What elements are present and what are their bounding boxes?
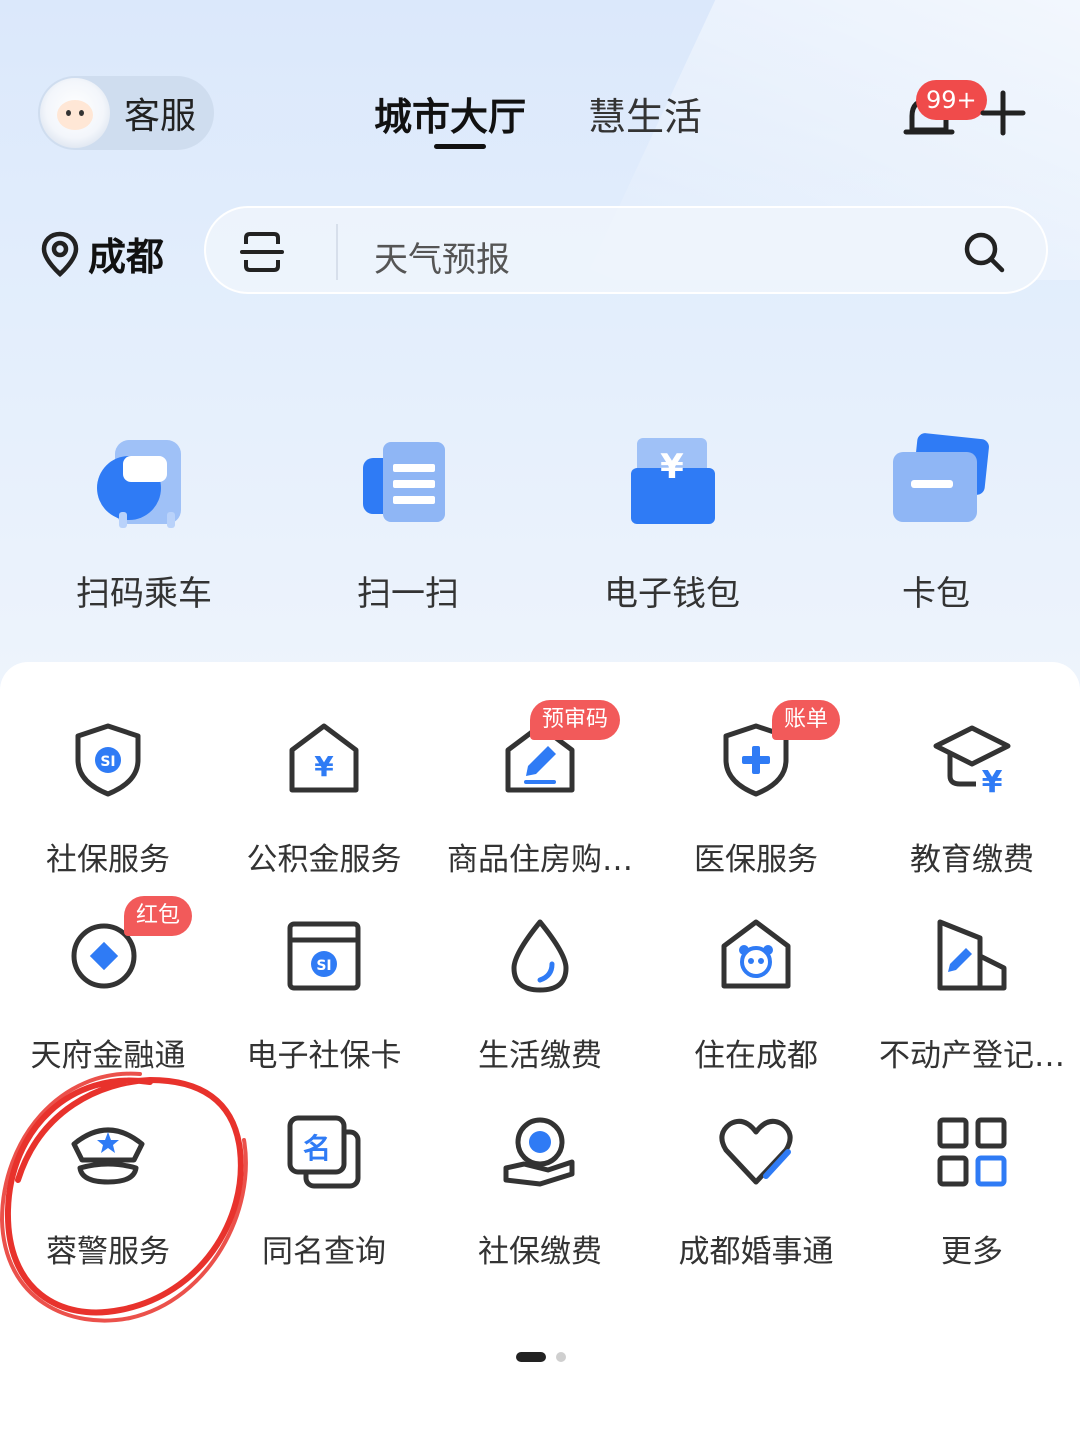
police-cap-icon <box>71 1127 145 1185</box>
quick-action-card-pack[interactable]: 卡包 <box>836 430 1036 615</box>
service-housing-fund[interactable]: ¥ 公积金服务 <box>216 720 432 879</box>
location-pin-icon <box>41 231 79 277</box>
plus-icon[interactable] <box>980 90 1026 136</box>
service-commodity-housing[interactable]: 商品住房购… <box>432 720 648 879</box>
quick-action-label: 电子钱包 <box>604 574 740 614</box>
si-pay-icon <box>503 1117 575 1187</box>
service-label: 医保服务 <box>694 842 818 878</box>
svg-text:¥: ¥ <box>314 750 334 783</box>
customer-service-button[interactable]: 客服 <box>38 76 214 150</box>
service-label: 同名查询 <box>262 1234 386 1270</box>
quick-action-scan[interactable]: 扫一扫 <box>308 430 508 615</box>
service-tianfu-finance[interactable]: 天府金融通 <box>0 916 216 1075</box>
robot-avatar-icon <box>40 78 110 148</box>
quick-action-label: 卡包 <box>902 574 970 614</box>
service-label: 成都婚事通 <box>678 1234 834 1270</box>
service-label: 更多 <box>941 1234 1003 1270</box>
service-label: 不动产登记… <box>879 1038 1065 1074</box>
service-police[interactable]: 蓉警服务 <box>0 1112 216 1271</box>
heart-icon <box>719 1118 793 1185</box>
building-edit-icon <box>937 919 1007 991</box>
si-card-icon: SI <box>287 921 361 991</box>
svg-text:SI: SI <box>316 958 331 974</box>
service-label: 电子社保卡 <box>246 1038 402 1074</box>
service-tag: 预审码 <box>530 700 621 740</box>
card-pack-icon <box>893 433 989 522</box>
city-selector[interactable]: 成都 <box>40 226 164 281</box>
city-name: 成都 <box>88 235 165 279</box>
tab-smart-life[interactable]: 慧生活 <box>588 86 702 141</box>
scan-icon <box>363 442 445 522</box>
bus-qr-icon <box>97 440 181 528</box>
scan-frame-icon[interactable] <box>240 230 284 274</box>
search-input[interactable]: 天气预报 <box>374 232 510 281</box>
shield-si-icon: SI <box>75 723 141 797</box>
customer-service-label: 客服 <box>124 96 197 137</box>
service-label: 商品住房购… <box>447 842 633 878</box>
search-divider <box>336 224 338 280</box>
quick-action-label: 扫一扫 <box>357 574 459 614</box>
svg-text:¥: ¥ <box>982 765 1003 800</box>
house-yuan-icon: ¥ <box>289 723 359 793</box>
notification-badge: 99+ <box>916 80 987 120</box>
service-marriage[interactable]: 成都婚事通 <box>648 1112 864 1271</box>
service-live-in-chengdu[interactable]: 住在成都 <box>648 916 864 1075</box>
svg-text:SI: SI <box>100 754 115 770</box>
water-drop-icon <box>511 919 569 993</box>
name-search-icon: 名 <box>287 1115 361 1189</box>
service-label: 天府金融通 <box>30 1038 186 1074</box>
service-label: 蓉警服务 <box>46 1234 170 1270</box>
search-icon[interactable] <box>962 230 1006 274</box>
service-more[interactable]: 更多 <box>864 1112 1080 1271</box>
service-label: 社保服务 <box>46 842 170 878</box>
service-label: 公积金服务 <box>246 842 402 878</box>
quick-action-wallet[interactable]: ¥ 电子钱包 <box>572 430 772 615</box>
wallet-icon: ¥ <box>631 438 715 524</box>
page-indicator-active-dot <box>516 1352 546 1362</box>
service-same-name-query[interactable]: 名 同名查询 <box>216 1112 432 1271</box>
quick-action-bus-qr[interactable]: 扫码乘车 <box>44 430 244 615</box>
more-grid-icon <box>937 1117 1007 1187</box>
svg-text:名: 名 <box>303 1132 331 1165</box>
service-education-payment[interactable]: ¥ 教育缴费 <box>864 720 1080 879</box>
graduation-yuan-icon: ¥ <box>933 725 1011 800</box>
service-si-payment[interactable]: 社保缴费 <box>432 1112 648 1271</box>
service-tag: 账单 <box>772 700 841 740</box>
service-tag: 红包 <box>124 896 193 936</box>
service-label: 生活缴费 <box>478 1038 602 1074</box>
service-label: 住在成都 <box>694 1038 818 1074</box>
svg-text:¥: ¥ <box>660 447 684 487</box>
service-medical-insurance[interactable]: 医保服务 <box>648 720 864 879</box>
service-real-estate-registration[interactable]: 不动产登记… <box>864 916 1080 1075</box>
service-social-security[interactable]: SI 社保服务 <box>0 720 216 879</box>
tab-city-hall[interactable]: 城市大厅 <box>374 86 526 141</box>
page-indicator-dot <box>556 1352 566 1362</box>
quick-action-label: 扫码乘车 <box>76 574 212 614</box>
service-e-si-card[interactable]: SI 电子社保卡 <box>216 916 432 1075</box>
service-label: 教育缴费 <box>910 842 1034 878</box>
service-utility-payment[interactable]: 生活缴费 <box>432 916 648 1075</box>
house-panda-icon <box>721 919 791 989</box>
active-tab-indicator <box>434 144 486 149</box>
service-label: 社保缴费 <box>478 1234 602 1270</box>
search-bar[interactable]: 天气预报 <box>204 206 1048 294</box>
